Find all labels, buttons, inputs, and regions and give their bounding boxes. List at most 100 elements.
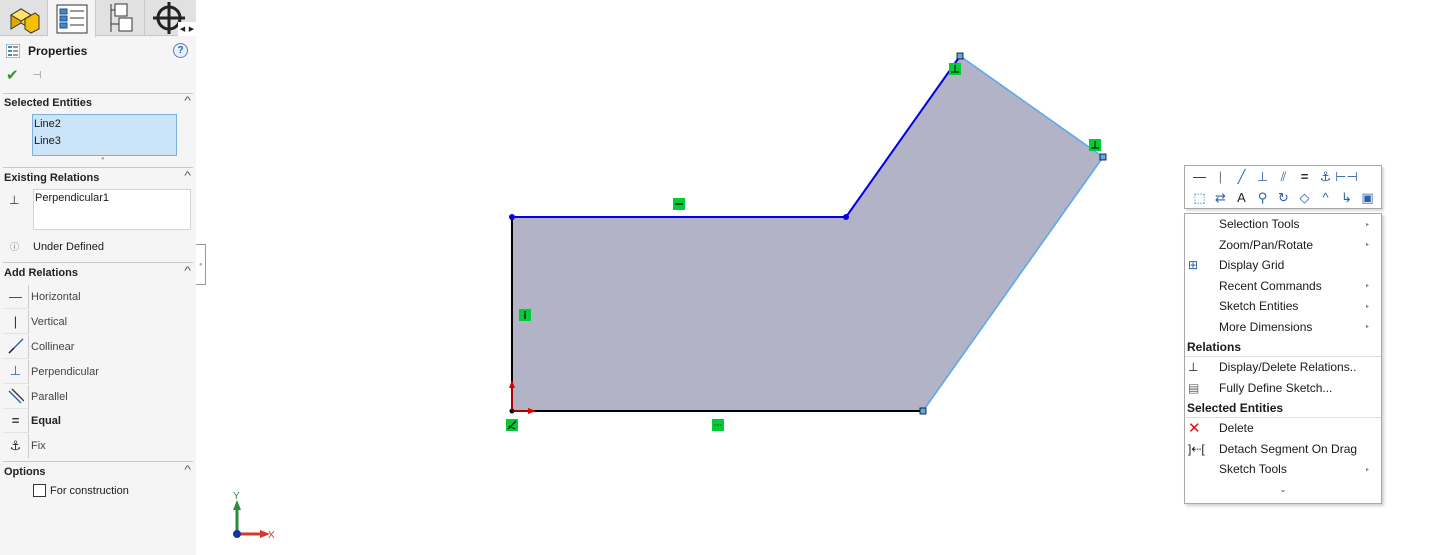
for-construction-option[interactable]: For construction [33,484,129,497]
for-construction-checkbox[interactable] [33,484,46,497]
relation-fix[interactable]: ⚓ Fix [3,434,193,459]
zoom-icon[interactable]: ⚲ [1252,188,1273,208]
scroll-right-icon[interactable]: ▶ [189,25,194,33]
selected-entities-list[interactable]: Line2 Line3 [32,114,177,156]
collinear-icon [3,334,29,359]
equal-icon: = [3,409,29,434]
tangent-icon[interactable]: ◇ [1294,188,1315,208]
menu-section-selected-entities: Selected Entities [1185,398,1381,418]
relation-equal[interactable]: = Equal [3,409,193,434]
text-icon[interactable]: A [1231,188,1252,208]
ok-checkmark-icon[interactable]: ✔ [6,66,19,84]
divider [3,167,193,168]
menu-item-detach-segment[interactable]: ]⇠[ Detach Segment On Drag [1185,439,1381,460]
relation-perpendicular[interactable]: ⊥ Perpendicular [3,359,193,384]
submenu-arrow-icon: ▸ [1365,242,1369,249]
existing-relations-list[interactable]: Perpendicular1 [33,189,191,230]
menu-item-sketch-tools[interactable]: Sketch Tools ▸ [1185,459,1381,480]
status-text: Under Defined [33,240,104,253]
triad-y-label: Y [233,491,240,502]
add-relations-title[interactable]: Add Relations [4,267,78,279]
relation-collinear[interactable]: Collinear [3,334,193,360]
list-item[interactable]: Line3 [34,134,175,151]
parallel-icon[interactable]: ⫽ [1273,167,1294,187]
for-construction-label: For construction [50,484,129,497]
tab-scroll-arrows[interactable]: ◀ ▶ [178,22,196,36]
vertical-icon[interactable]: | [1210,167,1231,187]
options-title[interactable]: Options [4,466,46,478]
collapse-existing-relations-icon[interactable]: ^ [184,170,191,182]
menu-item-delete[interactable]: ✕ Delete [1185,418,1381,439]
relation-label: Vertical [31,316,68,329]
tab-configuration-manager[interactable] [97,0,145,36]
menu-item-fully-define-sketch[interactable]: ▤ Fully Define Sketch... [1185,378,1381,399]
relation-horizontal[interactable]: — Horizontal [3,285,193,310]
context-toolbar: — | ╱ ⊥ ⫽ = ⚓ ⊢⊣ ⬚ ⇄ A ⚲ ↻ ◇ ^ ↳ ▣ [1184,165,1382,209]
sketch-point[interactable] [919,407,927,415]
horizontal-relation-badge[interactable] [712,419,724,431]
context-menu: Selection Tools ▸ Zoom/Pan/Rotate ▸ ⊞ Di… [1184,213,1382,504]
display-relations-icon: ⊥ [1188,360,1199,375]
list-resize-grip[interactable]: ● [101,156,105,162]
fix-icon[interactable]: ⚓ [1315,167,1336,187]
property-list-icon [56,4,87,33]
sketch-point[interactable] [956,52,964,60]
submenu-arrow-icon: ▸ [1365,303,1369,310]
menu-item-selection-tools[interactable]: Selection Tools ▸ [1185,214,1381,235]
perpendicular-relation-badge[interactable] [1089,139,1101,151]
divider [3,93,193,94]
reference-triad: Y X [233,491,275,541]
horizontal-icon[interactable]: — [1189,167,1210,187]
perpendicular-relation-badge[interactable] [949,63,961,75]
corner-icon[interactable]: ^ [1315,188,1336,208]
list-item[interactable]: Line2 [34,117,175,134]
list-item[interactable]: Perpendicular1 [35,192,189,204]
menu-item-more-dimensions[interactable]: More Dimensions ▸ [1185,317,1381,338]
sketch-point[interactable] [509,214,515,220]
equal-icon[interactable]: = [1294,167,1315,187]
submenu-arrow-icon: ▸ [1365,221,1369,228]
menu-item-sketch-entities[interactable]: Sketch Entities ▸ [1185,296,1381,317]
help-icon[interactable]: ? [173,43,188,58]
scroll-left-icon[interactable]: ◀ [180,25,185,33]
fixed-origin-relation-badge[interactable] [506,419,518,431]
tab-feature-manager[interactable] [0,0,48,36]
menu-section-relations: Relations [1185,337,1381,357]
submenu-arrow-icon: ▸ [1365,466,1369,473]
collapse-options-icon[interactable]: ^ [184,464,191,476]
menu-item-display-grid[interactable]: ⊞ Display Grid [1185,255,1381,276]
existing-relations-title[interactable]: Existing Relations [4,172,99,184]
relation-parallel[interactable]: Parallel [3,384,193,409]
menu-label: Detach Segment On Drag [1219,441,1358,456]
manager-tabs: ◀ ▶ [0,0,196,37]
vertical-relation-badge[interactable] [519,309,531,321]
relation-label: Equal [31,415,61,428]
rotate-icon[interactable]: ↻ [1273,188,1294,208]
perpendicular-relation-icon: ⊥ [9,193,20,207]
selected-entities-title[interactable]: Selected Entities [4,97,92,109]
menu-item-recent-commands[interactable]: Recent Commands ▸ [1185,276,1381,297]
collapse-add-relations-icon[interactable]: ^ [184,265,191,277]
expand-menu-icon[interactable]: ⌄ [1185,480,1381,500]
menu-item-zoom-pan-rotate[interactable]: Zoom/Pan/Rotate ▸ [1185,235,1381,256]
delete-icon: ✕ [1188,420,1201,438]
collinear-icon[interactable]: ╱ [1231,167,1252,187]
relation-vertical[interactable]: | Vertical [3,310,193,335]
view-icon[interactable]: ▣ [1357,188,1378,208]
swap-icon[interactable]: ⇄ [1210,188,1231,208]
smart-dimension-icon[interactable]: ⊢⊣ [1335,167,1358,187]
collapse-selected-entities-icon[interactable]: ^ [184,95,191,107]
perpendicular-icon[interactable]: ⊥ [1252,167,1273,187]
horizontal-relation-badge[interactable] [673,198,685,210]
select-icon[interactable]: ⬚ [1189,188,1210,208]
sketch-point[interactable] [1099,153,1107,161]
parallel-icon [3,384,29,409]
divider [3,461,193,462]
offset-icon[interactable]: ↳ [1336,188,1357,208]
property-manager-header: Properties ? [6,42,190,60]
pushpin-icon[interactable]: ⊣ [33,70,42,81]
sketch-region[interactable] [512,56,1103,411]
menu-item-display-delete-relations[interactable]: ⊥ Display/Delete Relations.. [1185,357,1381,378]
sketch-point[interactable] [843,214,849,220]
tab-property-manager[interactable] [48,0,96,37]
